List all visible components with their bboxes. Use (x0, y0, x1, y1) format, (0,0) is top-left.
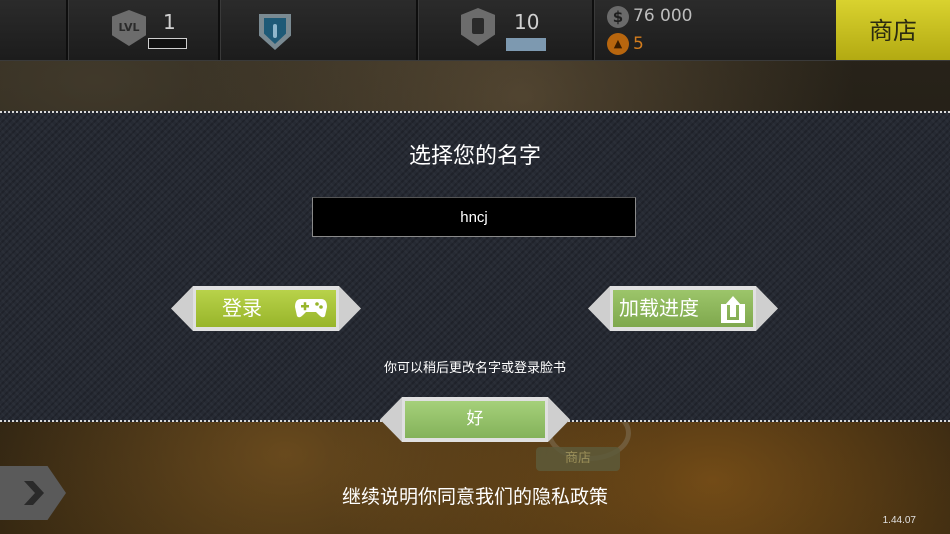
load-progress-button[interactable]: 加载进度 (588, 286, 778, 331)
version-label: 1.44.07 (882, 515, 916, 526)
hint-text: 你可以稍后更改名字或登录脸书 (383, 361, 566, 376)
level-progress-bar (148, 38, 187, 49)
gold-value: 5 (633, 34, 644, 54)
ok-button[interactable]: 好 (380, 397, 570, 442)
gold-icon: ▲ (607, 33, 629, 55)
level-value: 1 (163, 10, 176, 34)
hud-divider (66, 0, 69, 60)
top-hud: LVL 1 10 $ 76 000 ▲ 5 商店 (0, 0, 950, 61)
fuel-icon (461, 8, 495, 46)
load-progress-label: 加载进度 (619, 296, 699, 320)
shop-button[interactable]: 商店 (836, 0, 950, 60)
hud-divider (218, 0, 221, 60)
fuel-value: 10 (514, 10, 540, 34)
login-button[interactable]: 登录 (171, 286, 361, 331)
level-icon: LVL (112, 10, 146, 46)
login-label: 登录 (222, 296, 262, 320)
dialog-title: 选择您的名字 (408, 144, 541, 169)
background-shop-badge: 商店 (536, 447, 620, 471)
upload-icon (721, 296, 745, 323)
ok-label: 好 (466, 409, 484, 429)
hud-divider (416, 0, 419, 60)
money-icon: $ (607, 6, 629, 28)
hud-divider (592, 0, 595, 60)
fuel-bar (506, 38, 546, 51)
privacy-notice[interactable]: 继续说明你同意我们的隐私政策 (0, 482, 950, 509)
shield-icon[interactable] (259, 14, 291, 50)
money-value: 76 000 (633, 6, 693, 26)
gamepad-icon (295, 299, 327, 318)
name-input[interactable]: hncj (312, 197, 636, 237)
